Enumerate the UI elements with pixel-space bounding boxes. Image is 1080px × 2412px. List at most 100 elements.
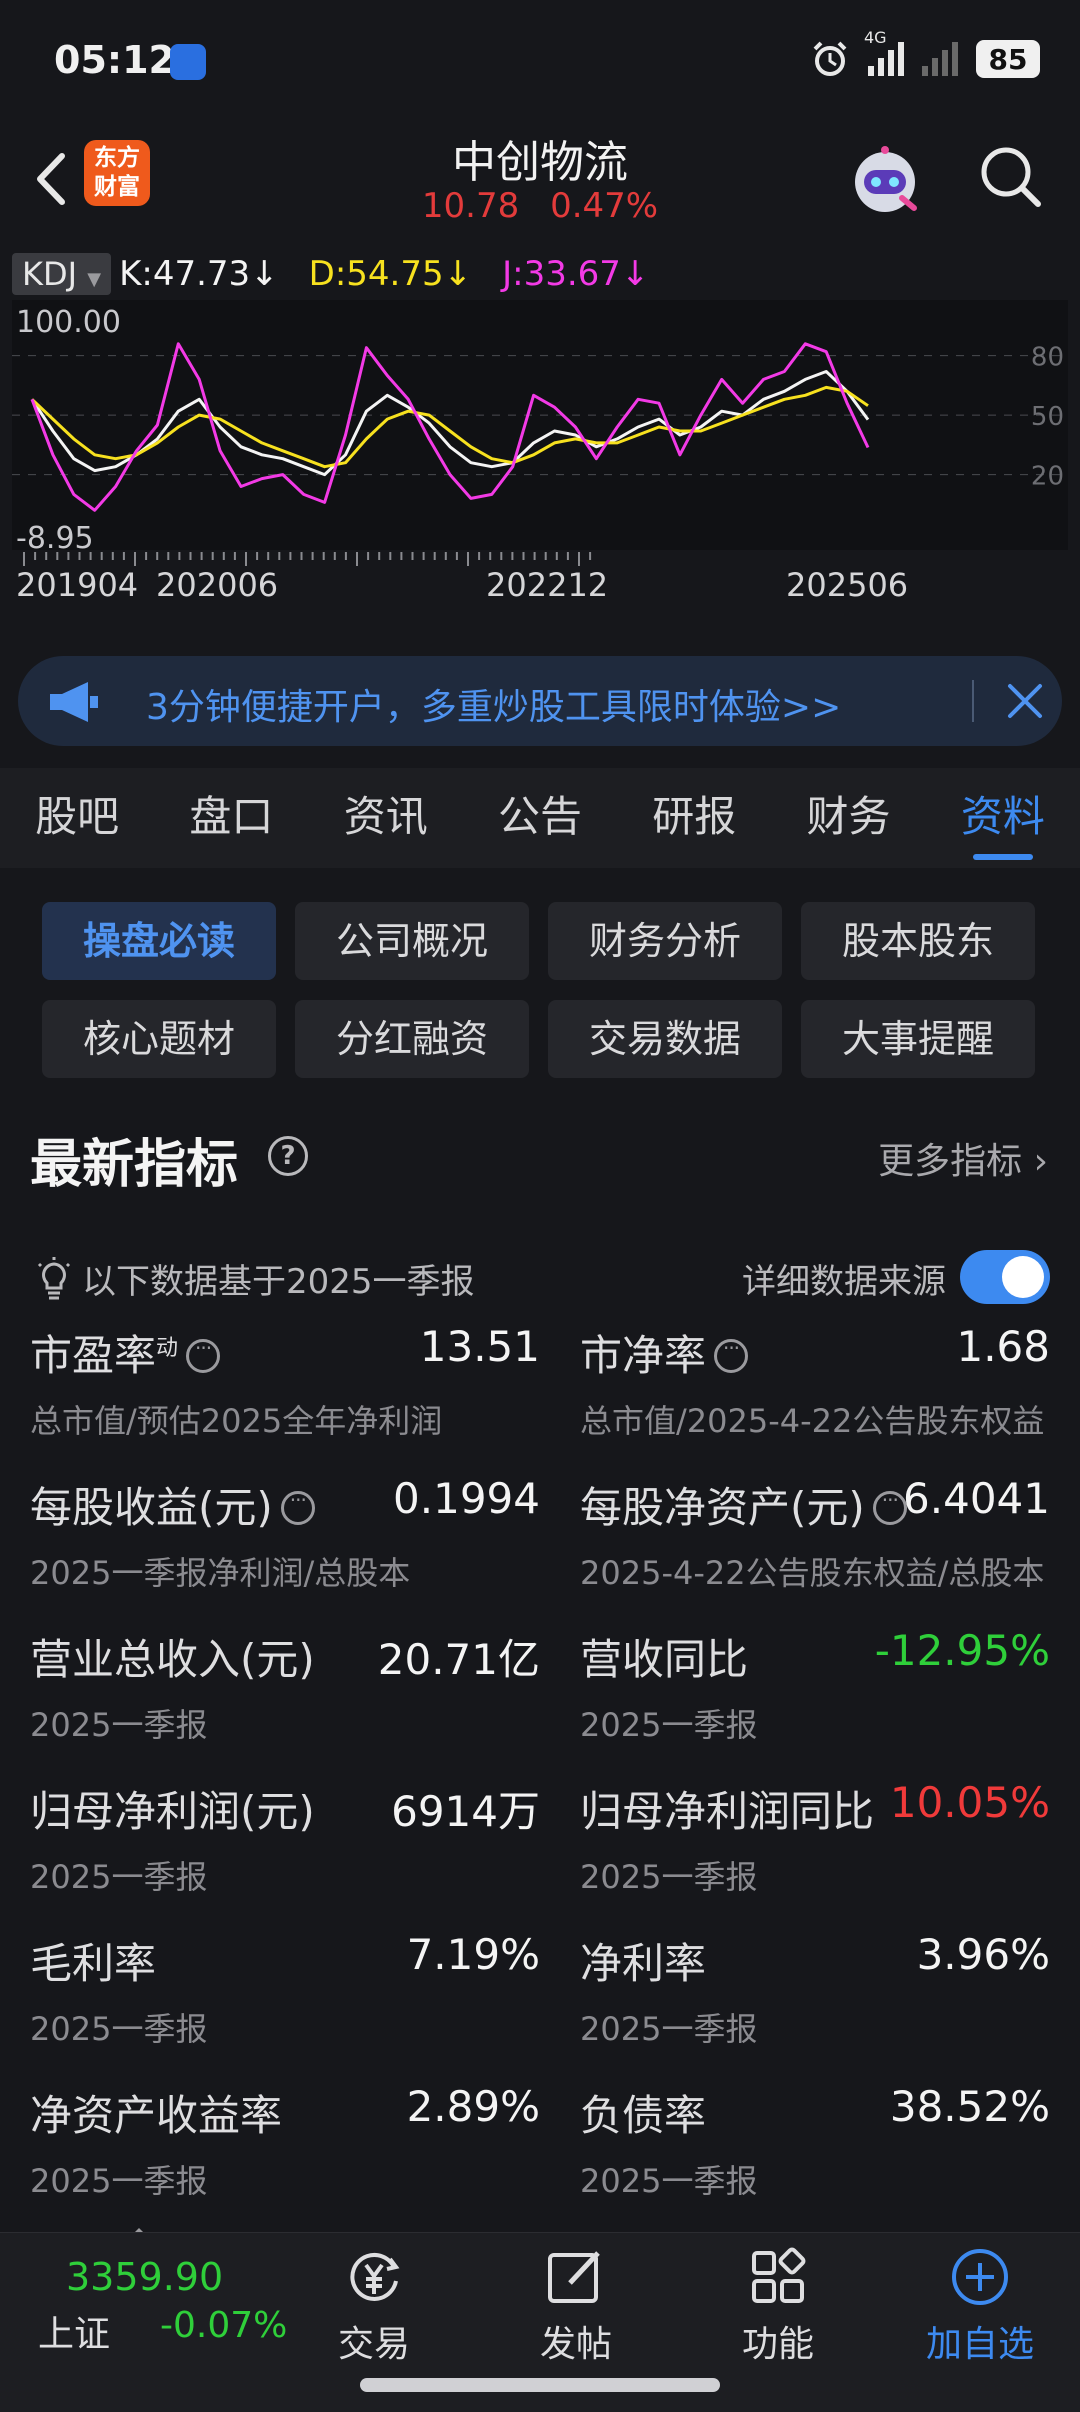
category-button-0[interactable]: 操盘必读 (42, 902, 276, 980)
metric-description: 总市值/预估2025全年净利润 (30, 1402, 443, 1440)
metric-value: 38.52% (889, 2082, 1050, 2131)
category-button-7[interactable]: 大事提醒 (801, 1000, 1035, 1078)
tab-1[interactable]: 盘口 (154, 768, 308, 868)
metric-label: 市净率 (580, 1322, 749, 1383)
alarm-icon (813, 41, 847, 76)
data-source-label: 详细数据来源 (742, 1262, 946, 1302)
metric-value: 6.4041 (903, 1474, 1050, 1523)
more-info-icon[interactable] (714, 1336, 749, 1373)
category-button-5[interactable]: 分红融资 (295, 1000, 529, 1078)
metrics-grid: 市盈率动 13.51 总市值/预估2025全年净利润 市净率 1.68 总市值/2025-… (30, 1318, 1050, 2230)
category-button-6[interactable]: 交易数据 (548, 1000, 782, 1078)
index-name: 上证 (38, 2314, 111, 2355)
metric-description: 2025一季报净利润/总股本 (30, 1554, 411, 1592)
help-icon[interactable]: ? (268, 1136, 308, 1176)
category-button-1[interactable]: 公司概况 (295, 902, 529, 980)
metric-label-text: 营业总收入(元) (30, 1635, 315, 1684)
search-icon[interactable] (976, 142, 1046, 212)
category-button-2[interactable]: 财务分析 (548, 902, 782, 980)
metric-item: 归母净利润(元) 6914万 2025一季报 (30, 1774, 540, 1926)
kdj-j-value: J:33.67↓ (502, 254, 650, 294)
metric-description: 2025一季报 (30, 2010, 208, 2048)
tab-6[interactable]: 资料 (926, 768, 1080, 868)
kdj-date-label: 202006 (156, 566, 278, 604)
kdj-right-tick: 80 (1031, 343, 1064, 373)
app-notification-icon (170, 44, 206, 80)
nav-trade-label: 交易 (337, 2324, 410, 2365)
data-source-toggle[interactable] (960, 1250, 1050, 1304)
megaphone-icon (50, 682, 98, 722)
robot-assistant-icon[interactable] (842, 138, 928, 224)
metric-description: 2025一季报 (30, 2162, 208, 2200)
status-bar: 05:12 4G 85 (0, 0, 1080, 120)
metric-label: 归母净利润(元) (30, 1778, 315, 1839)
kdj-chart[interactable]: KDJ ▼ K:47.73↓ D:54.75↓ J:33.67↓ 100.00 … (12, 246, 1068, 636)
banner-divider (972, 680, 974, 722)
metric-description: 2025一季报 (580, 2010, 758, 2048)
signal-4g-icon: 4G (864, 28, 904, 76)
metric-value: 6914万 (391, 1787, 540, 1836)
kdj-right-tick: 20 (1031, 462, 1064, 492)
lightbulb-icon (37, 1257, 71, 1300)
home-indicator[interactable] (360, 2378, 720, 2392)
metric-value: -12.95% (874, 1626, 1050, 1675)
metric-label: 净利率 (580, 1930, 706, 1991)
add-circle-icon (952, 2249, 1008, 2305)
metric-item[interactable]: 市净率 1.68 总市值/2025-4-22公告股东权益 (540, 1318, 1050, 1470)
nav-add-watchlist-label: 加自选 (925, 2324, 1034, 2365)
metric-label-text: 毛利率 (30, 1939, 157, 1988)
network-type: 4G (864, 28, 887, 47)
tab-2[interactable]: 资讯 (309, 768, 463, 868)
metric-item[interactable]: 每股净资产(元)6.40412025-4-22公告股东权益/总股本 (540, 1470, 1050, 1622)
metric-item: 毛利率 7.19% 2025一季报 (30, 1926, 540, 2078)
metric-label-text: 市净率 (580, 1331, 707, 1380)
metric-label-text: 每股收益(元) (30, 1483, 273, 1532)
index-price: 3359.90 (66, 2255, 224, 2299)
nav-post-label: 发帖 (539, 2324, 612, 2365)
kdj-right-tick: 50 (1031, 402, 1064, 432)
metric-item[interactable]: 市盈率动 13.51 总市值/预估2025全年净利润 (30, 1318, 540, 1470)
indicator-selector[interactable]: KDJ ▼ (12, 253, 112, 295)
stock-change-pct: 0.47% (550, 186, 659, 226)
data-category-buttons: 操盘必读 公司概况 财务分析 股本股东核心题材 分红融资 交易数据 大事提醒 (42, 902, 1042, 1078)
index-ticker[interactable]: 3359.90 上证 -0.07% (0, 2233, 290, 2373)
promo-text[interactable]: 3分钟便捷开户，多重炒股工具限时体验>> (146, 678, 841, 730)
yen-trade-icon (350, 2252, 400, 2301)
tab-5[interactable]: 财务 (771, 768, 925, 868)
promo-banner[interactable]: 3分钟便捷开户，多重炒股工具限时体验>> (18, 656, 1062, 746)
chevron-down-icon: ▼ (87, 269, 102, 290)
metric-label: 每股收益(元) (30, 1474, 315, 1535)
metric-description: 2025一季报 (30, 1858, 208, 1896)
metric-item: 净资产收益率 2.89% 2025一季报 (30, 2078, 540, 2230)
metric-item: 净利率 3.96% 2025一季报 (540, 1926, 1050, 2078)
kdj-min-label: -8.95 (16, 521, 94, 556)
close-icon[interactable] (1002, 678, 1048, 724)
metric-description: 总市值/2025-4-22公告股东权益 (580, 1402, 1045, 1440)
nav-trade[interactable]: 交易 (304, 2237, 444, 2367)
metric-item[interactable]: 每股收益(元) 0.1994 2025一季报净利润/总股本 (30, 1470, 540, 1622)
metric-label: 市盈率动 (30, 1322, 221, 1383)
tab-4[interactable]: 研报 (617, 768, 771, 868)
more-info-icon[interactable] (186, 1336, 221, 1373)
metric-item: 负债率 38.52% 2025一季报 (540, 2078, 1050, 2230)
metric-label: 毛利率 (30, 1930, 156, 1991)
metric-label: 营收同比 (580, 1626, 748, 1687)
metric-value: 13.51 (419, 1322, 540, 1371)
stock-price: 10.78 (421, 186, 520, 226)
metric-label-text: 归母净利润(元) (30, 1787, 315, 1836)
nav-post[interactable]: 发帖 (506, 2237, 646, 2367)
nav-functions[interactable]: 功能 (708, 2237, 848, 2367)
tab-3[interactable]: 公告 (463, 768, 617, 868)
indicator-selector-label: KDJ (22, 255, 78, 293)
nav-add-watchlist[interactable]: 加自选 (910, 2237, 1050, 2367)
metric-value: 0.1994 (393, 1474, 540, 1523)
metric-value: 2.89% (406, 2082, 540, 2131)
more-indicators-link[interactable]: 更多指标 › (878, 1132, 1048, 1184)
nav-functions-label: 功能 (741, 2324, 814, 2365)
category-button-3[interactable]: 股本股东 (801, 902, 1035, 980)
category-button-4[interactable]: 核心题材 (42, 1000, 276, 1078)
toggle-knob (1002, 1256, 1044, 1298)
metric-value: 1.68 (956, 1322, 1050, 1371)
tab-0[interactable]: 股吧 (0, 768, 154, 868)
metric-description: 2025一季报 (580, 1858, 758, 1896)
